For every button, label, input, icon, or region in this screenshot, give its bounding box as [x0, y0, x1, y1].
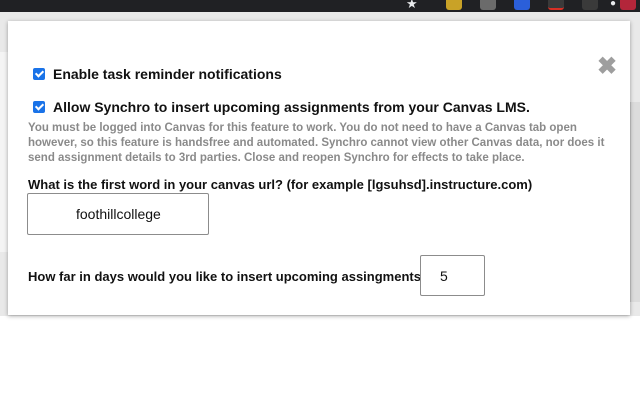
bookmark-star-icon[interactable]: ★: [406, 0, 418, 10]
extension-icon-5[interactable]: [582, 0, 598, 10]
allow-canvas-checkbox[interactable]: [33, 101, 45, 113]
background-scrollbar: [630, 102, 640, 302]
extension-icon-2[interactable]: [480, 0, 496, 10]
allow-canvas-label: Allow Synchro to insert upcoming assignm…: [53, 99, 530, 115]
settings-dialog: ✖ Enable task reminder notifications All…: [8, 21, 630, 315]
enable-reminders-checkbox[interactable]: [33, 68, 45, 80]
enable-reminders-row[interactable]: Enable task reminder notifications: [33, 66, 282, 82]
enable-reminders-label: Enable task reminder notifications: [53, 66, 282, 82]
canvas-help-text: You must be logged into Canvas for this …: [28, 122, 605, 164]
extension-icon-3[interactable]: [514, 0, 530, 10]
extension-icon-1[interactable]: [446, 0, 462, 10]
extension-icon-4[interactable]: [548, 0, 564, 10]
close-icon[interactable]: ✖: [597, 55, 617, 79]
browser-toolbar: ★ ●: [0, 0, 640, 12]
menu-kebab-icon[interactable]: ●: [610, 0, 616, 9]
extension-icon-6[interactable]: [620, 0, 636, 10]
background-page-edge: [0, 52, 8, 252]
allow-canvas-row[interactable]: Allow Synchro to insert upcoming assignm…: [33, 99, 530, 115]
canvas-url-input[interactable]: [27, 193, 209, 235]
days-question: How far in days would you like to insert…: [28, 269, 429, 284]
days-input[interactable]: [420, 255, 485, 296]
canvas-url-question: What is the first word in your canvas ur…: [28, 177, 533, 192]
